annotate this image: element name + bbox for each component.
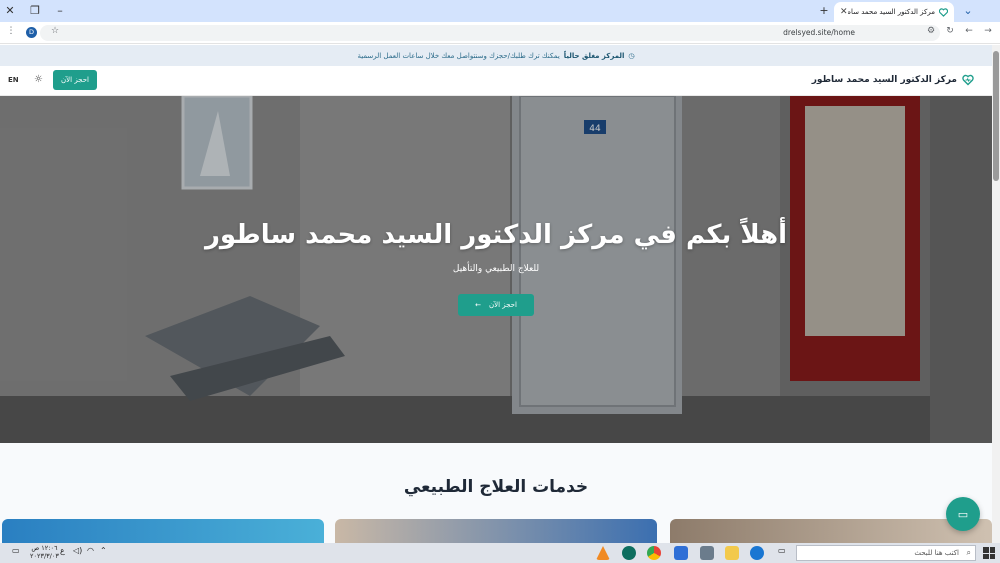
hero-book-label: احجز الآن: [488, 301, 517, 309]
profile-avatar[interactable]: D: [26, 27, 37, 38]
page-scrollbar[interactable]: [992, 45, 1000, 543]
tray-expand-icon[interactable]: ⌃: [100, 546, 107, 555]
theme-toggle-sun-icon[interactable]: ☼: [34, 74, 43, 85]
hero-subtitle: للعلاج الطبيعي والتأهيل: [452, 264, 540, 274]
service-card-image[interactable]: [670, 519, 992, 543]
tab-title: مركز الدكتور السيد محمد ساطور: [847, 8, 935, 16]
reload-icon[interactable]: ↻: [943, 26, 957, 36]
vlc-icon[interactable]: [596, 546, 610, 560]
clock-time: ١٢:٠٦ ص: [31, 544, 58, 552]
bookmark-star-icon[interactable]: ☆: [48, 26, 62, 36]
new-tab-icon[interactable]: +: [816, 3, 832, 19]
chat-bubble-icon: ▭: [957, 507, 969, 521]
calculator-icon[interactable]: [700, 546, 714, 560]
clock-icon: ◷: [628, 51, 635, 60]
tab-search-icon[interactable]: ⌄: [960, 3, 976, 19]
service-card-image[interactable]: [2, 519, 324, 543]
notice-strong: المركز مغلق حالياً: [563, 51, 625, 60]
notifications-icon[interactable]: ▭: [12, 546, 20, 555]
tab-close-icon[interactable]: ✕: [840, 7, 848, 17]
browser-tab-active[interactable]: مركز الدكتور السيد محمد ساطور ✕: [834, 2, 954, 22]
chat-button[interactable]: ▭: [946, 497, 980, 531]
book-now-button[interactable]: احجز الآن: [53, 70, 97, 90]
windows-start-icon[interactable]: [983, 547, 995, 559]
hero-title: أهلاً بكم في مركز الدكتور السيد محمد ساط…: [204, 220, 788, 250]
notice-text: يمكنك ترك طلبك/حجزك وسنتواصل معك خلال سا…: [357, 51, 560, 60]
volume-icon[interactable]: ◁): [73, 546, 82, 555]
scrollbar-thumb[interactable]: [993, 51, 999, 181]
site-info-icon[interactable]: ⚙: [924, 26, 938, 36]
taskbar-search[interactable]: ⌕ اكتب هنا للبحث: [796, 545, 976, 561]
brand-logo[interactable]: مركز الدكتور السيد محمد ساطور: [812, 74, 974, 86]
taskbar-search-placeholder: اكتب هنا للبحث: [914, 549, 959, 557]
menu-icon[interactable]: ⋮: [4, 26, 18, 36]
services-title: خدمات العلاج الطبيعي: [403, 477, 589, 497]
forward-icon[interactable]: ←: [962, 26, 976, 36]
input-language[interactable]: ع: [60, 546, 65, 555]
mail-icon[interactable]: [674, 546, 688, 560]
edge-icon[interactable]: [750, 546, 764, 560]
minimize-window-icon[interactable]: –: [52, 3, 68, 19]
closed-notice-bar: ◷ المركز مغلق حالياً يمكنك ترك طلبك/حجزك…: [0, 45, 992, 66]
service-card-image[interactable]: [335, 519, 657, 543]
browser-tab-strip: ✕ ❐ – + مركز الدكتور السيد محمد ساطور ✕ …: [0, 0, 1000, 22]
task-view-icon[interactable]: ▭: [778, 546, 786, 555]
brand-name: مركز الدكتور السيد محمد ساطور: [811, 75, 957, 85]
url-text: drelsyed.site/home: [783, 28, 855, 37]
taskbar-clock[interactable]: ١٢:٠٦ ص ٢٠٢٣/٣/٠٣: [30, 544, 59, 560]
windows-taskbar: ⌕ اكتب هنا للبحث ▭ ⌃ ◠ ◁) ع ١٢:٠٦ ص ٢٠٢٣…: [0, 543, 1000, 563]
network-icon[interactable]: ◠: [87, 546, 94, 555]
heart-logo-icon: [962, 74, 974, 86]
chrome-icon[interactable]: [647, 546, 661, 560]
search-icon: ⌕: [966, 548, 971, 557]
language-switch[interactable]: EN: [8, 76, 19, 84]
arrow-left-icon: ←: [475, 301, 481, 309]
app-icon[interactable]: [622, 546, 636, 560]
browser-toolbar: ⋮ D ☆ drelsyed.site/home ⚙ ↻ ← →: [0, 22, 1000, 44]
hero-book-button[interactable]: احجز الآن ←: [458, 294, 534, 316]
restore-window-icon[interactable]: ❐: [27, 3, 43, 19]
site-favicon-icon: [939, 7, 948, 17]
file-explorer-icon[interactable]: [725, 546, 739, 560]
clock-date: ٢٠٢٣/٣/٠٣: [30, 552, 59, 560]
site-header: مركز الدكتور السيد محمد ساطور احجز الآن …: [0, 66, 992, 96]
close-window-icon[interactable]: ✕: [2, 3, 18, 19]
services-section: خدمات العلاج الطبيعي: [0, 443, 992, 543]
address-bar[interactable]: ☆ drelsyed.site/home ⚙: [40, 25, 940, 41]
hero-section: 44 أهلاً بكم في مركز الدكتور السيد محمد …: [0, 96, 992, 443]
back-icon[interactable]: →: [981, 26, 995, 36]
